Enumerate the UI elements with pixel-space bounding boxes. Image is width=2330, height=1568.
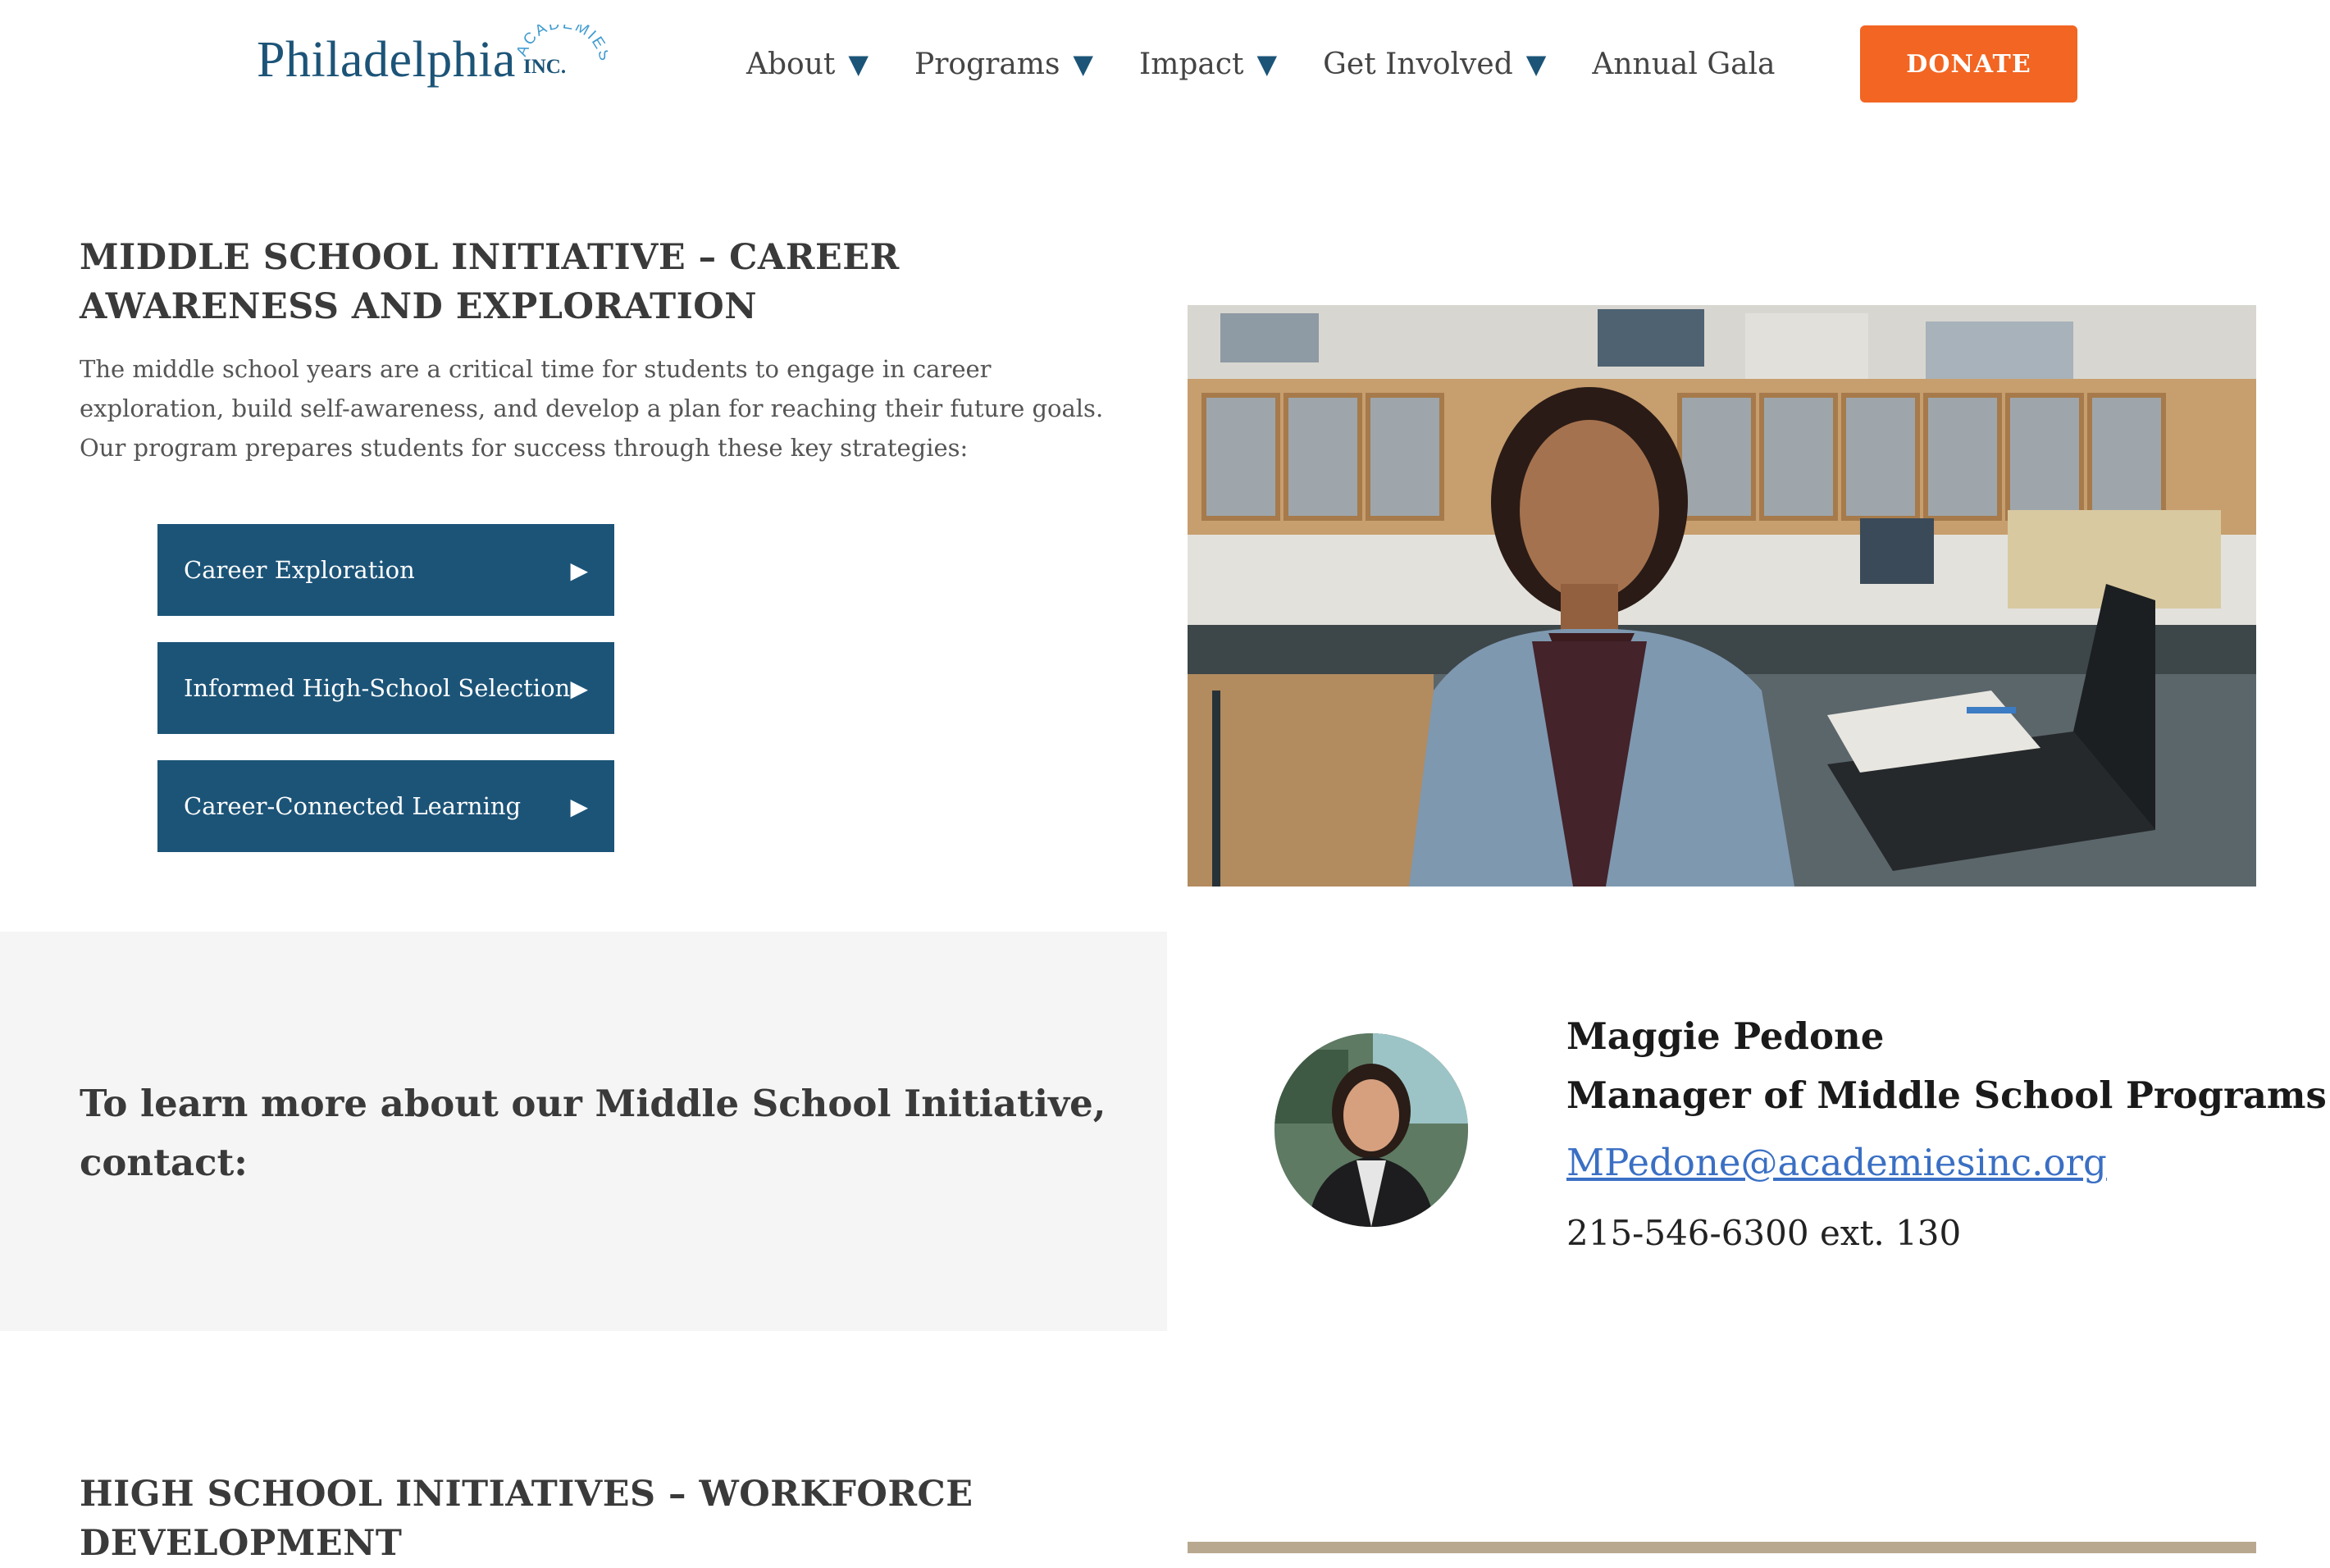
contact-prompt: To learn more about our Middle School In… <box>80 1082 1106 1184</box>
avatar <box>1274 1033 1468 1227</box>
student-classroom-photo <box>1188 305 2256 887</box>
nav-item-about[interactable]: About ▼ <box>746 48 869 81</box>
nav-item-label: About <box>746 47 836 81</box>
section-title-high-school: HIGH SCHOOL INITIATIVES – WORKFORCE DEVE… <box>80 1474 973 1564</box>
strategy-label: Career Exploration <box>184 556 415 584</box>
play-arrow-icon: ▶ <box>570 556 588 584</box>
high-school-photo <box>1188 1542 2256 1553</box>
nav-item-label: Annual Gala <box>1592 47 1776 81</box>
site-logo[interactable]: Philadelphia ACADEMIES INC. <box>257 25 608 103</box>
photo-illustration <box>1188 305 2256 887</box>
nav-item-label: Programs <box>914 47 1060 81</box>
chevron-down-icon: ▼ <box>1256 48 1278 80</box>
donate-button[interactable]: DONATE <box>1860 25 2077 103</box>
chevron-down-icon: ▼ <box>1525 48 1547 80</box>
chevron-down-icon: ▼ <box>848 48 869 80</box>
nav-item-programs[interactable]: Programs ▼ <box>914 48 1093 81</box>
strategy-label: Career-Connected Learning <box>184 792 522 820</box>
nav-item-get-involved[interactable]: Get Involved ▼ <box>1323 48 1546 81</box>
strategy-button-career-connected-learning[interactable]: Career-Connected Learning ▶ <box>157 760 614 852</box>
chevron-down-icon: ▼ <box>1073 48 1094 80</box>
section-title-middle-school: MIDDLE SCHOOL INITIATIVE – CAREER AWAREN… <box>80 237 900 327</box>
avatar-illustration <box>1274 1033 1468 1227</box>
contact-role: Manager of Middle School Programs <box>1566 1073 2327 1117</box>
contact-email-link[interactable]: MPedone@academiesinc.org <box>1566 1133 2107 1192</box>
nav-item-label: Impact <box>1139 47 1244 81</box>
logo-wordmark: Philadelphia <box>257 32 516 88</box>
nav-item-annual-gala[interactable]: Annual Gala <box>1592 48 1775 81</box>
logo-inc: INC. <box>523 56 567 78</box>
strategy-button-high-school-selection[interactable]: Informed High-School Selection ▶ <box>157 642 614 734</box>
strategy-button-career-exploration[interactable]: Career Exploration ▶ <box>157 524 614 616</box>
nav-item-label: Get Involved <box>1323 47 1513 81</box>
main-nav: About ▼ Programs ▼ Impact ▼ Get Involved… <box>746 39 1822 89</box>
section-description: The middle school years are a critical t… <box>80 355 1104 462</box>
play-arrow-icon: ▶ <box>570 792 588 820</box>
nav-item-impact[interactable]: Impact ▼ <box>1139 48 1277 81</box>
contact-phone: 215-546-6300 ext. 130 <box>1566 1213 1962 1253</box>
play-arrow-icon: ▶ <box>570 674 588 702</box>
strategy-label: Informed High-School Selection <box>184 674 571 702</box>
contact-name: Maggie Pedone <box>1566 1014 1885 1058</box>
